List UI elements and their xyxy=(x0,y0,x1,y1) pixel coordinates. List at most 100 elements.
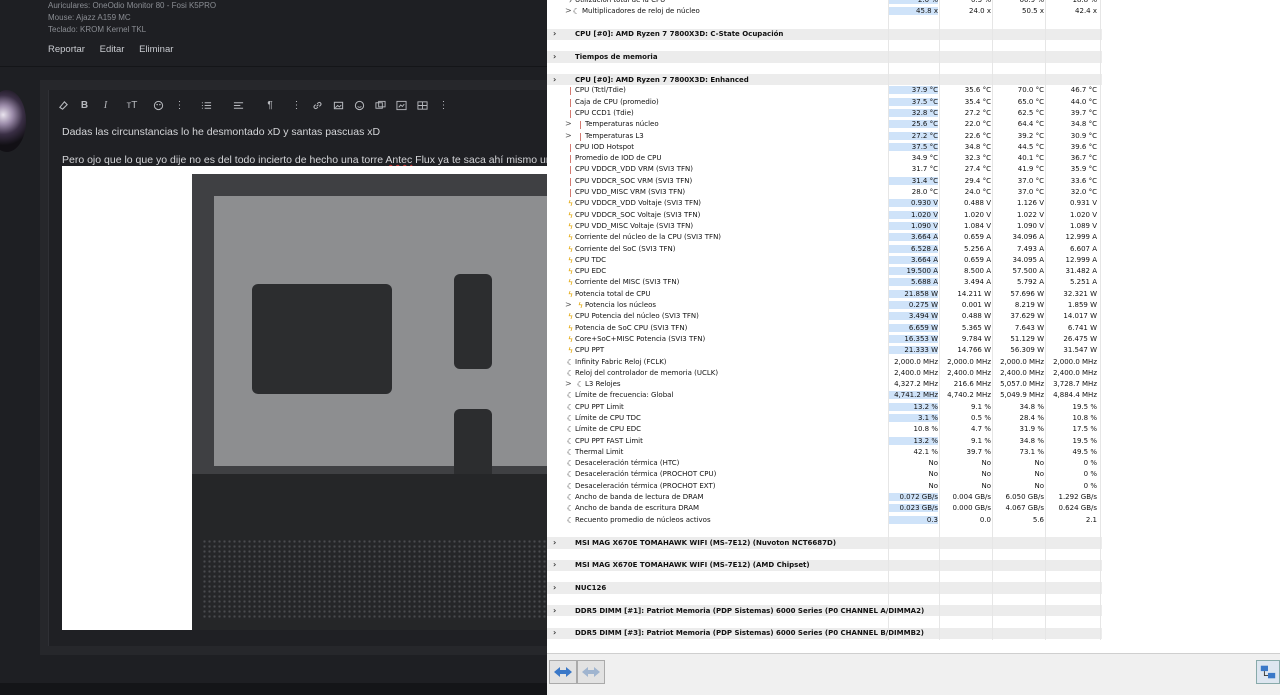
sensor-group-header[interactable]: › MSI MAG X670E TOMAHAWK WIFI (MS-7E12) (… xyxy=(547,559,1102,572)
gallery-icon[interactable] xyxy=(396,100,407,111)
sensor-row[interactable]: ❘ CPU CCD1 (Tdie) 32.8 °C 27.2 °C 62.5 °C 39.… xyxy=(547,108,1102,119)
sensor-row[interactable]: ☾ Recuento promedio de núcleos activos 0.3… xyxy=(547,515,1102,526)
sensor-row[interactable]: ϟ CPU VDD_MISC Voltaje (SVI3 TFN) 1.090 V 1… xyxy=(547,221,1102,232)
smiley-icon[interactable] xyxy=(354,100,365,111)
list-icon[interactable] xyxy=(195,100,217,111)
sensor-group-header[interactable]: › Tiempos de memoria xyxy=(547,51,1102,63)
avg-value: 19.5 % xyxy=(1072,436,1097,445)
sensor-row[interactable]: ☾ Desaceleración térmica (HTC) No No No 0 % xyxy=(547,458,1102,469)
sensor-row[interactable]: ϟ CPU PPT 21.333 W 14.766 W 56.309 W 31.547 W xyxy=(547,345,1102,356)
group-chevron-icon[interactable]: › xyxy=(553,52,556,61)
sensor-row[interactable]: > ❘ Temperaturas núcleo 25.6 °C 22.0 °C 64.4 … xyxy=(547,119,1102,130)
sensor-row[interactable]: ϟ Core+SoC+MISC Potencia (SVI3 TFN) 16.353… xyxy=(547,334,1102,345)
report-link[interactable]: Reportar xyxy=(48,44,85,55)
sensor-row[interactable]: ☾ CPU PPT Limit 13.2 % 9.1 % 34.8 % 19.5 % xyxy=(547,402,1102,413)
group-chevron-icon[interactable]: › xyxy=(553,75,556,84)
sensor-row[interactable]: ϟ Potencia total de CPU 21.858 W 14.211 W 57… xyxy=(547,289,1102,300)
sensor-group-header[interactable]: › MSI MAG X670E TOMAHAWK WIFI (MS-7E12) (… xyxy=(547,537,1102,549)
sensor-row[interactable]: ϟ Corriente del MISC (SVI3 TFN) 5.688 A 3.4… xyxy=(547,277,1102,288)
sensor-group-header[interactable]: › CPU [#0]: AMD Ryzen 7 7800X3D: C-State … xyxy=(547,28,1102,41)
expand-chevron-icon[interactable]: > xyxy=(565,379,572,388)
sensor-row[interactable]: ϟ Corriente del SoC (SVI3 TFN) 6.528 A 5.25… xyxy=(547,244,1102,255)
sensor-row[interactable]: ☾ Límite de frecuencia: Global 4,741.2 MHz… xyxy=(547,390,1102,401)
expand-collapse-icon[interactable] xyxy=(549,660,577,684)
paragraph-button[interactable]: ¶ xyxy=(259,100,281,111)
group-chevron-icon[interactable]: › xyxy=(553,606,556,615)
collapse-all-icon[interactable] xyxy=(577,660,605,684)
palette-icon[interactable] xyxy=(153,100,164,111)
current-value: 42.1 % xyxy=(913,447,938,456)
sensor-row[interactable]: > ☾ Multiplicadores de reloj de núcleo 45.8… xyxy=(547,6,1102,17)
sensor-row[interactable]: ❘ Caja de CPU (promedio) 37.5 °C 35.4 °C 65.… xyxy=(547,97,1102,108)
bold-button[interactable]: B xyxy=(79,100,90,111)
sensor-row[interactable]: ☾ Límite de CPU EDC 10.8 % 4.7 % 31.9 % 17.5 … xyxy=(547,424,1102,435)
image-icon[interactable] xyxy=(333,100,344,111)
sensor-group-header[interactable]: › NUC126 xyxy=(547,582,1102,594)
sensor-row[interactable]: ϟ Potencia de SoC CPU (SVI3 TFN) 6.659 W 5.… xyxy=(547,323,1102,334)
bolt-icon: ϟ xyxy=(567,233,574,243)
expand-chevron-icon[interactable]: > xyxy=(565,6,572,15)
sensor-row[interactable]: ❘ CPU IOD Hotspot 37.5 °C 34.8 °C 44.5 °C 39.… xyxy=(547,142,1102,153)
group-chevron-icon[interactable]: › xyxy=(553,29,556,38)
sensor-row[interactable]: ☾ Thermal Limit 42.1 % 39.7 % 73.1 % 49.5 % xyxy=(547,447,1102,458)
eraser-icon[interactable] xyxy=(58,100,69,111)
sensor-row[interactable]: ❘ CPU VDDCR_SOC VRM (SVI3 TFN) 31.4 °C 29.4… xyxy=(547,176,1102,187)
sensor-group-header[interactable]: › CPU [#0]: AMD Ryzen 7 7800X3D: Enhanced xyxy=(547,74,1102,86)
expand-chevron-icon[interactable]: > xyxy=(565,131,572,140)
italic-button[interactable]: I xyxy=(100,100,111,111)
sensor-row[interactable]: ϟ CPU EDC 19.500 A 8.500 A 57.500 A 31.482 A xyxy=(547,266,1102,277)
expand-chevron-icon[interactable]: > xyxy=(565,119,572,128)
network-icon[interactable] xyxy=(1256,660,1280,684)
sensor-group-header[interactable]: › DDR5 DIMM [#1]: Patriot Memoria (PDP Si… xyxy=(547,605,1102,617)
current-value: 0.3 xyxy=(889,515,938,524)
sensor-row[interactable]: ϟ Corriente del núcleo de la CPU (SVI3 TF… xyxy=(547,232,1102,243)
clock-icon: ☾ xyxy=(566,459,575,469)
link-icon[interactable] xyxy=(312,100,323,111)
edit-link[interactable]: Editar xyxy=(100,44,125,55)
sensor-row[interactable]: ☾ Reloj del controlador de memoria (UCLK)… xyxy=(547,368,1102,379)
more-options-icon[interactable]: ⋮ xyxy=(438,100,449,111)
sensor-row[interactable]: ☾ Ancho de banda de escritura DRAM 0.023 G… xyxy=(547,503,1102,514)
current-value: 5.688 A xyxy=(889,278,938,287)
delete-link[interactable]: Eliminar xyxy=(139,44,173,55)
sensor-row[interactable]: ϟ CPU TDC 3.664 A 0.659 A 34.095 A 12.999 A xyxy=(547,255,1102,266)
sensor-row[interactable]: ❘ CPU VDDCR_VDD VRM (SVI3 TFN) 31.7 °C 27.4… xyxy=(547,164,1102,175)
thermometer-icon: ❘ xyxy=(567,108,574,118)
sensor-row[interactable]: ϟ CPU VDDCR_SOC Voltaje (SVI3 TFN) 1.020 V… xyxy=(547,210,1102,221)
group-chevron-icon[interactable]: › xyxy=(553,538,556,547)
avg-value: 26.475 W xyxy=(1063,334,1097,343)
sensor-row[interactable]: ☾ Desaceleración térmica (PROCHOT CPU) No N… xyxy=(547,469,1102,480)
sensor-label: Límite de CPU TDC xyxy=(575,413,641,422)
max-value: 41.9 °C xyxy=(1017,165,1044,174)
group-label: NUC126 xyxy=(575,583,607,592)
sensor-row[interactable]: ϟ CPU Potencia del núcleo (SVI3 TFN) 3.494… xyxy=(547,311,1102,322)
align-icon[interactable] xyxy=(227,100,249,111)
more-options-icon[interactable]: ⋮ xyxy=(291,100,302,111)
more-options-icon[interactable]: ⋮ xyxy=(174,100,185,111)
sensor-row[interactable]: > ☾ L3 Relojes 4,327.2 MHz 216.6 MHz 5,057.0 … xyxy=(547,379,1102,390)
sensor-row[interactable]: ☾ Ancho de banda de lectura de DRAM 0.072 … xyxy=(547,492,1102,503)
group-chevron-icon[interactable]: › xyxy=(553,560,556,569)
text-size-button[interactable]: тT xyxy=(121,100,143,111)
media-icon[interactable] xyxy=(375,100,386,111)
sensor-row[interactable]: > ❘ Temperaturas L3 27.2 °C 22.6 °C 39.2 °C 30… xyxy=(547,131,1102,142)
sensor-row[interactable]: ☾ CPU PPT FAST Limit 13.2 % 9.1 % 34.8 % 19.5… xyxy=(547,436,1102,447)
sensor-row[interactable]: ❘ CPU (Tctl/Tdie) 37.9 °C 35.6 °C 70.0 °C 46.… xyxy=(547,85,1102,96)
sensor-group-header[interactable]: › DDR5 DIMM [#3]: Patriot Memoria (PDP Si… xyxy=(547,627,1102,639)
sensor-row[interactable]: ❘ Promedio de IOD de CPU 34.9 °C 32.3 °C 40.… xyxy=(547,153,1102,164)
post-paragraph: Pero ojo que lo que yo dije no es del to… xyxy=(62,154,547,166)
sensor-row[interactable]: ☾ Desaceleración térmica (PROCHOT EXT) No N… xyxy=(547,481,1102,492)
group-chevron-icon[interactable]: › xyxy=(553,583,556,592)
table-icon[interactable] xyxy=(417,100,428,111)
max-value: 65.0 °C xyxy=(1017,97,1044,106)
sensor-row[interactable]: > ϟ Potencia los núcleos 0.275 W 0.001 W 8.21… xyxy=(547,300,1102,311)
sensor-row[interactable]: ☾ Límite de CPU TDC 3.1 % 0.5 % 28.4 % 10.8 % xyxy=(547,413,1102,424)
avg-value: 31.547 W xyxy=(1063,346,1097,355)
group-chevron-icon[interactable]: › xyxy=(553,628,556,637)
avg-value: 31.482 A xyxy=(1065,267,1097,276)
sensor-row[interactable]: ❘ CPU VDD_MISC VRM (SVI3 TFN) 28.0 °C 24.0 … xyxy=(547,187,1102,198)
sensor-row[interactable]: ☾ Infinity Fabric Reloj (FCLK) 2,000.0 MHz… xyxy=(547,357,1102,368)
sensor-row[interactable]: ϟ CPU VDDCR_VDD Voltaje (SVI3 TFN) 0.930 V… xyxy=(547,198,1102,209)
expand-chevron-icon[interactable]: > xyxy=(565,300,572,309)
